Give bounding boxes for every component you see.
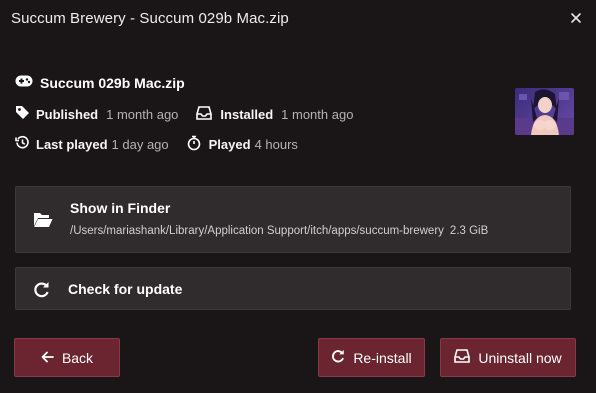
show-in-finder-title: Show in Finder [70, 200, 171, 216]
installed-value: 1 month ago [281, 106, 354, 122]
install-info-row: Published 1 month ago Installed 1 month … [15, 105, 353, 123]
title-bar: Succum Brewery - Succum 029b Mac.zip [0, 0, 596, 38]
stopwatch-icon [187, 135, 201, 154]
dialog-title: Succum Brewery - Succum 029b Mac.zip [11, 10, 289, 27]
played-label: Played [208, 136, 251, 152]
folder-open-icon [33, 211, 53, 233]
gamepad-icon [15, 74, 33, 92]
reinstall-label: Re-install [353, 349, 412, 366]
played-value: 4 hours [254, 136, 298, 152]
reinstall-button[interactable]: Re-install [318, 338, 425, 377]
refresh-icon [33, 281, 50, 303]
tag-icon [15, 105, 30, 123]
back-button[interactable]: Back [14, 338, 120, 377]
check-for-update-label: Check for update [68, 281, 183, 297]
installed-label: Installed [220, 106, 274, 122]
inbox-icon [454, 349, 471, 366]
back-label: Back [61, 349, 94, 366]
show-in-finder-button[interactable]: Show in Finder /Users/mariashank/Library… [15, 186, 571, 253]
arrow-left-icon [41, 350, 54, 366]
uninstall-button[interactable]: Uninstall now [440, 338, 576, 377]
published-label: Published [36, 106, 99, 122]
install-size: 2.3 GiB [449, 225, 489, 237]
upload-title: Succum 029b Mac.zip [15, 73, 185, 93]
inbox-icon [196, 105, 213, 123]
install-path: /Users/mariashank/Library/Application Su… [70, 225, 488, 237]
upload-name: Succum 029b Mac.zip [40, 75, 185, 91]
game-thumbnail [515, 88, 574, 135]
last-played-value: 1 day ago [111, 136, 169, 152]
check-for-update-button[interactable]: Check for update [15, 267, 571, 310]
uninstall-label: Uninstall now [478, 349, 562, 366]
last-played-label: Last played [36, 136, 108, 152]
close-icon[interactable] [567, 9, 585, 27]
published-value: 1 month ago [106, 106, 179, 122]
play-info-row: Last played 1 day ago Played 4 hours [15, 135, 298, 153]
install-path-text: /Users/mariashank/Library/Application Su… [70, 225, 444, 237]
manage-game-dialog: Succum Brewery - Succum 029b Mac.zip Suc… [0, 0, 596, 393]
refresh-icon [331, 349, 345, 366]
history-icon [15, 135, 30, 153]
